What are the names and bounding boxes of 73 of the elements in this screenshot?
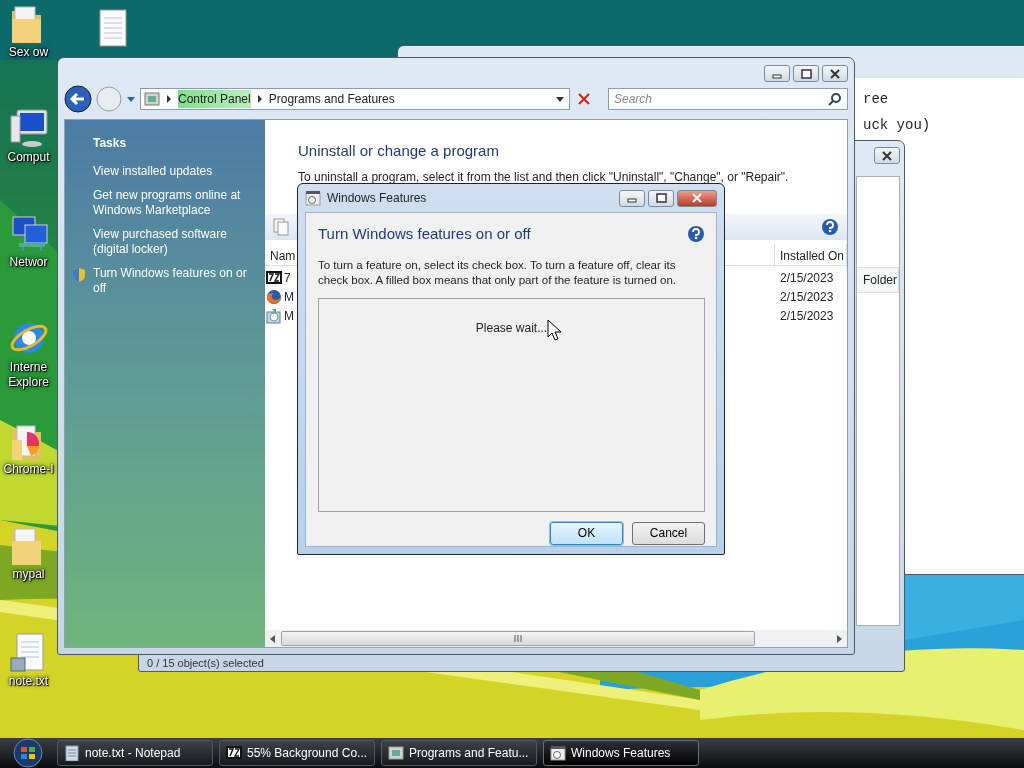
pointer-icon	[547, 318, 561, 341]
window-icon	[550, 745, 566, 761]
window-icon	[305, 190, 321, 206]
window-title: Windows Features	[327, 190, 428, 207]
table-cell-text: 2/15/2023	[779, 308, 835, 325]
taskbar-button[interactable]: note.txt - Notepad	[57, 740, 213, 766]
close-button[interactable]	[822, 65, 848, 82]
breadcrumb-item[interactable]: Programs and Features	[268, 90, 395, 108]
taskbar-button[interactable]: Programs and Featu...	[381, 740, 537, 766]
column-header[interactable]: Folder	[857, 267, 899, 293]
program-name: 7	[284, 270, 291, 287]
scroll-thumb[interactable]	[281, 631, 755, 646]
close-icon	[691, 193, 703, 203]
icon-label: Comput	[7, 150, 50, 165]
status-text: Please wait...	[475, 319, 548, 335]
icon-label: Networ	[9, 255, 48, 270]
program-name: M	[284, 308, 294, 325]
task-link[interactable]: Turn Windows features on or off	[93, 266, 257, 296]
dialog-heading: Turn Windows features on or off	[318, 224, 531, 244]
notepad-icon	[64, 745, 80, 761]
chevron-icon	[166, 95, 172, 103]
cancel-button[interactable]: Cancel	[632, 521, 705, 545]
ok-button[interactable]: OK	[550, 521, 623, 545]
minimize-button[interactable]	[619, 189, 645, 207]
scroll-left-icon[interactable]	[269, 634, 277, 643]
close-button[interactable]	[677, 189, 717, 207]
feature-list[interactable]: Please wait...	[318, 297, 705, 512]
shield-icon	[72, 267, 86, 283]
control-panel-icon	[388, 745, 404, 761]
icon-label: mypal	[12, 567, 45, 582]
help-icon[interactable]	[687, 225, 705, 244]
maximize-icon	[800, 68, 812, 79]
page-heading: Uninstall or change a program	[298, 141, 500, 161]
computer-icon[interactable]	[8, 108, 49, 150]
icon-label: note.txt	[8, 674, 49, 689]
icon-label: Interne Explore	[8, 360, 49, 390]
taskbar-button[interactable]: 55% Background Co...	[219, 740, 375, 766]
chevron-icon	[256, 95, 263, 103]
scroll-right-icon[interactable]	[835, 634, 843, 643]
maximize-button[interactable]	[648, 189, 674, 207]
scrollbar[interactable]	[265, 630, 847, 647]
status-text: 0 / 15 object(s) selected	[147, 655, 264, 671]
text-line: uck you)	[863, 116, 931, 135]
dropdown-icon[interactable]	[555, 95, 565, 103]
close-icon	[881, 150, 893, 161]
address-bar[interactable]: Control Panel Programs and Features	[140, 88, 570, 110]
breadcrumb-item[interactable]: Control Panel	[178, 90, 251, 108]
control-panel-icon	[144, 91, 160, 107]
archive-icon	[226, 745, 242, 761]
maximize-icon	[655, 193, 667, 203]
close-button[interactable]	[874, 147, 900, 164]
icon-label: Sex ow	[8, 45, 49, 60]
close-icon	[829, 68, 841, 79]
maximize-button[interactable]	[793, 65, 819, 82]
task-link[interactable]: View installed updates	[93, 164, 257, 179]
globe-icon	[266, 289, 282, 305]
minimize-button[interactable]	[764, 65, 790, 82]
table-cell-text: 2/15/2023	[779, 289, 835, 306]
description-text: To uninstall a program, select it from the list and then click "Uninstall", "Change", or "Repair".	[298, 169, 790, 184]
back-button[interactable]	[64, 85, 92, 113]
table-cell-text: 2/15/2023	[779, 270, 835, 287]
icon-label: Chrome-I	[3, 462, 54, 477]
dialog-description: To turn a feature on, select its check box. To turn a feature off, clear its check box. A filled box means that only part of the feature is turned on.	[318, 257, 677, 288]
search-icon[interactable]	[828, 92, 842, 106]
help-icon[interactable]	[821, 217, 839, 236]
task-link[interactable]: View purchased software (digital locker)	[93, 227, 257, 257]
task-link[interactable]: Get new programs online at Windows Marketplace	[93, 188, 257, 218]
taskbar-button[interactable]: Windows Features	[543, 740, 699, 766]
program-name: M	[284, 289, 294, 306]
column-header[interactable]: Installed On	[775, 243, 847, 268]
search-field[interactable]: Search	[608, 88, 848, 110]
pane-heading: Tasks	[93, 136, 128, 151]
text-line: ree	[863, 90, 889, 109]
